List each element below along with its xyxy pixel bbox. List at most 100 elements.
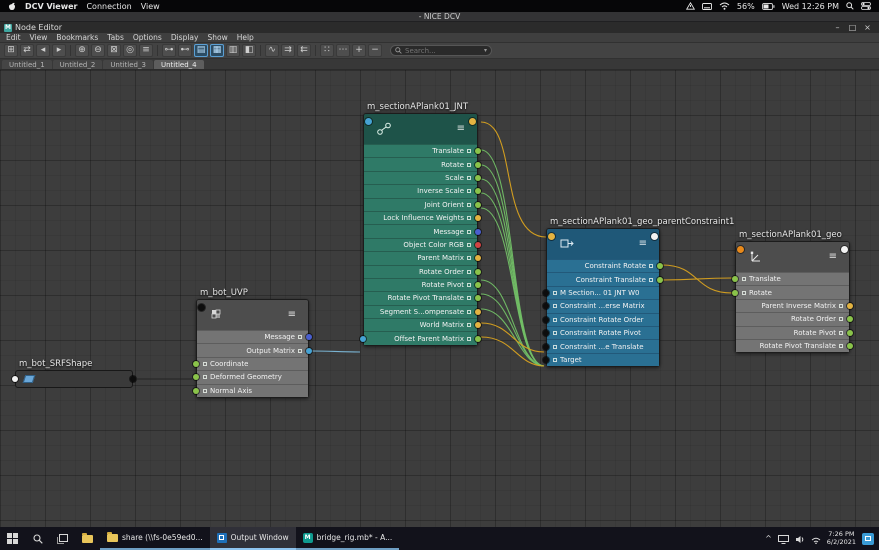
node-header[interactable]: ≡ <box>736 242 849 272</box>
output-port[interactable] <box>475 308 481 315</box>
add-to-graph-icon[interactable]: ⊕ <box>75 44 89 57</box>
output-port[interactable] <box>475 201 481 208</box>
menu-tabs[interactable]: Tabs <box>107 33 124 42</box>
macos-menu-connection[interactable]: Connection <box>86 2 131 11</box>
task-view-icon[interactable] <box>50 527 75 550</box>
shape-nodes-toggle-icon[interactable]: ∿ <box>265 44 279 57</box>
node-row[interactable]: Message <box>197 330 312 344</box>
output-port[interactable] <box>475 295 481 302</box>
file-explorer-icon[interactable] <box>75 527 100 550</box>
control-center-icon[interactable] <box>861 2 871 10</box>
connection-style-icon[interactable]: ∷ <box>320 44 334 57</box>
output-port[interactable] <box>847 329 853 336</box>
header-port-left[interactable] <box>548 233 555 240</box>
header-port-left[interactable] <box>365 118 372 125</box>
header-port-right[interactable] <box>841 246 848 253</box>
node-graph-canvas[interactable]: m_sectionAPlank01_JNT ≡ Translate Rotate… <box>0 70 879 527</box>
node-row[interactable]: Constraint ...e Translate <box>543 339 659 353</box>
auxiliary-nodes-toggle-icon[interactable]: ⇇ <box>297 44 311 57</box>
layout-graph-icon[interactable]: ≡ <box>139 44 153 57</box>
macos-app-name[interactable]: DCV Viewer <box>25 2 77 11</box>
align-vertical-icon[interactable]: ⊷ <box>178 44 192 57</box>
node-header[interactable]: ≡ <box>197 300 308 330</box>
node-jnt[interactable]: m_sectionAPlank01_JNT ≡ Translate Rotate… <box>360 102 481 346</box>
output-port[interactable] <box>475 228 481 235</box>
display-full-mode-icon[interactable]: ▦ <box>210 44 224 57</box>
action-center-icon[interactable] <box>862 532 874 545</box>
input-port[interactable] <box>543 303 549 310</box>
node-row[interactable]: Coordinate <box>193 356 308 371</box>
network-icon[interactable] <box>811 529 821 548</box>
node-srfshape[interactable]: m_bot_SRFShape <box>12 359 136 388</box>
display-simple-mode-icon[interactable]: ▤ <box>194 44 208 57</box>
node-row[interactable]: Constraint Rotate Pivot <box>543 325 659 340</box>
node-row[interactable]: Translate <box>732 272 849 286</box>
tab-untitled-2[interactable]: Untitled_2 <box>52 60 103 69</box>
tab-untitled-3[interactable]: Untitled_3 <box>103 60 153 69</box>
battery-icon[interactable] <box>761 2 775 10</box>
display-icon[interactable] <box>777 529 789 548</box>
output-port[interactable] <box>130 376 136 382</box>
node-editor-titlebar[interactable]: M Node Editor – □ × <box>0 22 879 33</box>
node-row[interactable]: Rotate Pivot Translate <box>736 338 853 353</box>
back-icon[interactable]: ◂ <box>36 44 50 57</box>
node-row[interactable]: World Matrix <box>364 318 481 332</box>
node-menu-icon[interactable]: ≡ <box>457 124 465 134</box>
close-button[interactable]: × <box>860 23 875 33</box>
node-row[interactable]: Deformed Geometry <box>193 370 308 384</box>
node-row[interactable]: Lock Influence Weights <box>364 210 481 225</box>
output-port[interactable] <box>306 334 312 341</box>
node-row[interactable]: Parent Matrix <box>364 251 481 265</box>
output-port[interactable] <box>475 161 481 168</box>
node-parent-constraint[interactable]: m_sectionAPlank01_geo_parentConstraint1 … <box>543 217 734 368</box>
menu-help[interactable]: Help <box>237 33 254 42</box>
node-row[interactable]: Rotate Pivot <box>364 277 481 292</box>
output-port[interactable] <box>475 215 481 222</box>
node-menu-icon[interactable]: ≡ <box>829 252 837 262</box>
node-menu-icon[interactable]: ≡ <box>639 239 647 249</box>
node-geo[interactable]: m_sectionAPlank01_geo ≡ Translate Rotate… <box>732 230 853 354</box>
header-port-right[interactable] <box>469 118 476 125</box>
keyboard-icon[interactable] <box>701 2 712 10</box>
output-port[interactable] <box>657 276 663 283</box>
node-row[interactable]: Joint Orient <box>364 197 481 211</box>
output-port[interactable] <box>475 174 481 181</box>
minimize-button[interactable]: – <box>830 23 845 33</box>
zoom-in-icon[interactable]: + <box>352 44 366 57</box>
node-row[interactable]: Constraint Rotate Order <box>543 312 659 326</box>
output-port[interactable] <box>475 268 481 275</box>
chevron-down-icon[interactable]: ▾ <box>484 47 487 54</box>
display-connected-mode-icon[interactable]: ▥ <box>226 44 240 57</box>
input-port[interactable] <box>193 387 199 394</box>
input-port[interactable] <box>543 289 549 296</box>
node-row[interactable]: Constraint ...erse Matrix <box>543 299 659 313</box>
input-port[interactable] <box>360 335 366 342</box>
start-button[interactable] <box>0 527 25 550</box>
output-port[interactable] <box>847 302 853 309</box>
output-port[interactable] <box>475 241 481 248</box>
node-row[interactable]: Rotate <box>364 157 481 171</box>
pin-icon[interactable]: ◎ <box>123 44 137 57</box>
node-row[interactable]: Translate <box>364 144 481 158</box>
taskbar-search-icon[interactable] <box>25 527 50 550</box>
macos-menu-view[interactable]: View <box>141 2 160 11</box>
maximize-button[interactable]: □ <box>845 23 860 33</box>
taskbar-app-maya[interactable]: M bridge_rig.mb* - A... <box>295 527 400 550</box>
node-row[interactable]: M Section... 01 JNT W0 <box>543 285 659 300</box>
input-port[interactable] <box>12 376 18 382</box>
menu-display[interactable]: Display <box>171 33 199 42</box>
node-row[interactable]: Normal Axis <box>193 383 308 397</box>
output-port[interactable] <box>475 335 481 342</box>
warning-icon[interactable] <box>685 2 695 10</box>
transforms-toggle-icon[interactable]: ⇉ <box>281 44 295 57</box>
header-port-left[interactable] <box>198 304 205 311</box>
node-row[interactable]: Parent Inverse Matrix <box>736 298 853 313</box>
node-row[interactable]: Constraint Rotate <box>547 259 663 273</box>
align-horizontal-icon[interactable]: ⊶ <box>162 44 176 57</box>
search-input[interactable] <box>405 46 475 55</box>
node-row[interactable]: Rotate <box>732 285 849 299</box>
input-port[interactable] <box>543 343 549 350</box>
sync-selection-icon[interactable]: ⇄ <box>20 44 34 57</box>
apple-icon[interactable] <box>8 2 16 11</box>
output-port[interactable] <box>847 316 853 323</box>
